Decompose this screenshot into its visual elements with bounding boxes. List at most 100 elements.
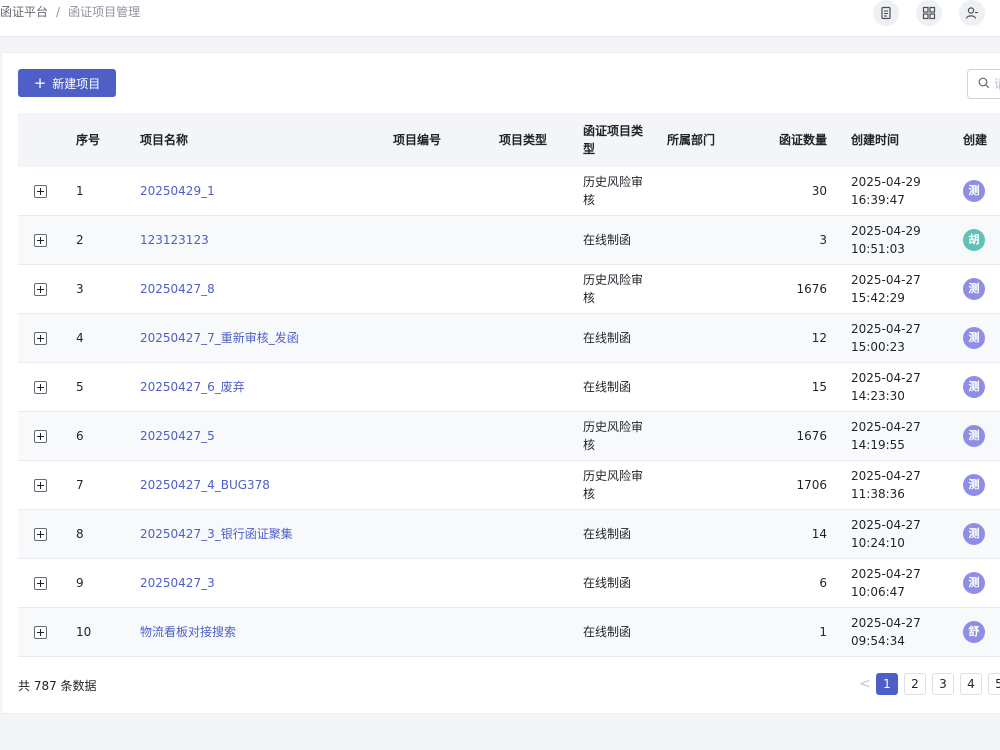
project-name-link[interactable]: 123123123 [140,233,209,247]
row-type [499,460,583,510]
row-created-date: 2025-04-29 [851,224,921,238]
row-count: 12 [757,313,837,363]
project-name-link[interactable]: 20250427_5 [140,429,215,443]
expand-row-icon[interactable] [34,625,47,639]
row-confirm-type-cell: 历史风险审核 [583,411,667,461]
document-icon[interactable] [873,0,899,26]
row-count: 3 [757,215,837,265]
table-row[interactable]: 6 20250427_5 历史风险审核 1676 2025-04-27 14:19:55 测 [18,411,1000,461]
page-4-button[interactable]: 4 [960,673,982,695]
table-row[interactable]: 3 20250427_8 历史风险审核 1676 2025-04-27 15:42:29 测 [18,264,1000,314]
expand-row-icon[interactable] [34,184,47,198]
row-type [499,607,583,657]
row-confirm-type: 历史风险审核 [583,273,644,305]
col-count-header: 函证数量 [757,113,837,167]
apps-grid-icon[interactable] [916,0,942,26]
row-confirm-type-cell: 在线制函 [583,362,667,412]
row-name-cell: 20250427_6_废弃 [140,362,393,412]
row-created-date: 2025-04-27 [851,616,921,630]
search-input[interactable]: 请 [967,69,1000,99]
table-row[interactable]: 8 20250427_3_银行函证聚集 在线制函 14 2025-04-27 10:24:… [18,509,1000,559]
project-name-link[interactable]: 20250429_1 [140,184,215,198]
expand-row-icon[interactable] [34,576,47,590]
table-row[interactable]: 1 20250429_1 历史风险审核 30 2025-04-29 16:39:47 测 [18,167,1000,216]
expand-cell [18,460,76,510]
expand-row-icon[interactable] [34,429,47,443]
total-count: 共 787 条数据 [18,679,97,693]
page-3-button[interactable]: 3 [932,673,954,695]
project-name-link[interactable]: 20250427_4_BUG378 [140,478,270,492]
project-name-link[interactable]: 20250427_3 [140,576,215,590]
expand-row-icon[interactable] [34,233,47,247]
row-index: 1 [76,167,140,216]
row-created-date: 2025-04-27 [851,420,921,434]
row-code [393,362,499,412]
row-code [393,558,499,608]
row-code [393,509,499,559]
new-project-button[interactable]: + 新建项目 [18,69,116,97]
page-5-button[interactable]: 5 [988,673,1000,695]
row-index: 6 [76,411,140,461]
row-confirm-type: 历史风险审核 [583,175,644,207]
creator-avatar: 舒 [963,621,985,643]
page-2-button[interactable]: 2 [904,673,926,695]
project-name-link[interactable]: 20250427_3_银行函证聚集 [140,527,293,541]
expand-row-icon[interactable] [34,282,47,296]
row-created-cell: 2025-04-29 16:39:47 [837,167,963,216]
row-index: 5 [76,362,140,412]
user-switch-icon[interactable] [959,0,985,26]
project-name-link[interactable]: 物流看板对接搜索 [140,625,236,639]
table-row[interactable]: 5 20250427_6_废弃 在线制函 15 2025-04-27 14:23:30 测 [18,362,1000,412]
row-name-cell: 20250427_5 [140,411,393,461]
row-count: 1706 [757,460,837,510]
expand-row-icon[interactable] [34,331,47,345]
expand-row-icon[interactable] [34,527,47,541]
project-name-link[interactable]: 20250427_8 [140,282,215,296]
row-dept [667,313,757,363]
row-confirm-type-cell: 在线制函 [583,313,667,363]
row-created-cell: 2025-04-27 10:24:10 [837,509,963,559]
row-created-cell: 2025-04-27 15:00:23 [837,313,963,363]
breadcrumb: 函证平台 / 函证项目管理 [0,0,140,25]
row-type [499,313,583,363]
search-icon [978,77,990,89]
breadcrumb-root[interactable]: 函证平台 [0,5,48,19]
row-index: 4 [76,313,140,363]
row-created-date: 2025-04-27 [851,322,921,336]
project-name-link[interactable]: 20250427_6_废弃 [140,380,245,394]
row-created-date: 2025-04-29 [851,175,921,189]
table-row[interactable]: 9 20250427_3 在线制函 6 2025-04-27 10:06:47 测 [18,558,1000,608]
row-code [393,264,499,314]
table-row[interactable]: 7 20250427_4_BUG378 历史风险审核 1706 2025-04-27 11… [18,460,1000,510]
table-row[interactable]: 4 20250427_7_重新审核_发函 在线制函 12 2025-04-27 15:00… [18,313,1000,363]
search-placeholder: 请 [994,70,1000,98]
row-name-cell: 20250427_7_重新审核_发函 [140,313,393,363]
creator-avatar: 测 [963,327,985,349]
prev-page-button[interactable]: < [854,673,876,695]
row-confirm-type-cell: 历史风险审核 [583,264,667,314]
row-dept [667,607,757,657]
row-type [499,215,583,265]
row-code [393,411,499,461]
row-confirm-type-cell: 历史风险审核 [583,167,667,216]
row-index: 10 [76,607,140,657]
row-type [499,558,583,608]
expand-row-icon[interactable] [34,478,47,492]
row-confirm-type: 历史风险审核 [583,469,644,501]
expand-cell [18,607,76,657]
row-name-cell: 20250427_8 [140,264,393,314]
expand-row-icon[interactable] [34,380,47,394]
page-1-button[interactable]: 1 [876,673,898,695]
row-created-date: 2025-04-27 [851,371,921,385]
table-row[interactable]: 10 物流看板对接搜索 在线制函 1 2025-04-27 09:54:34 舒 [18,607,1000,657]
creator-avatar: 测 [963,572,985,594]
project-name-link[interactable]: 20250427_7_重新审核_发函 [140,331,299,345]
row-created-time: 14:23:30 [851,389,905,403]
row-code [393,460,499,510]
table-row[interactable]: 2 123123123 在线制函 3 2025-04-29 10:51:03 胡 [18,215,1000,265]
col-code-header: 项目编号 [393,113,499,167]
row-name-cell: 123123123 [140,215,393,265]
col-created-header: 创建时间 [837,113,963,167]
row-confirm-type-cell: 在线制函 [583,607,667,657]
creator-avatar: 测 [963,278,985,300]
